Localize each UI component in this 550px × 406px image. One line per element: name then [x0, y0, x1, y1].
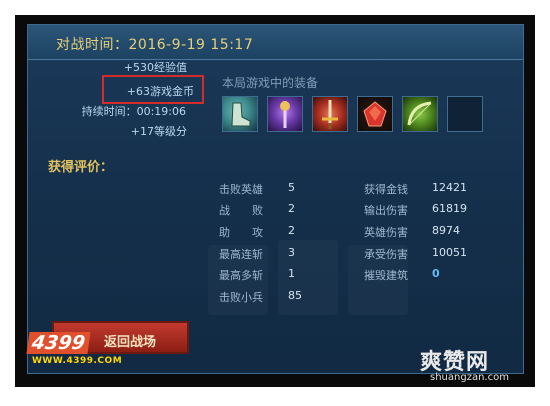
title-bar: 对战时间：2016-9-19 15:17	[28, 25, 523, 60]
stat-value: 2	[288, 202, 295, 215]
reward-gold: +63游戏金币	[126, 85, 194, 98]
stat-label: 摧毁建筑	[364, 269, 408, 282]
stat-value: 2	[288, 224, 295, 237]
stat-label: 输出伤害	[364, 204, 408, 217]
stat-label: 助 攻	[219, 226, 263, 239]
equipment-slot-5[interactable]	[402, 96, 438, 132]
stat-value: 5	[288, 181, 295, 194]
red-gem-icon	[363, 101, 387, 127]
green-bow-icon	[407, 101, 432, 126]
reward-level: +17等级分	[130, 125, 187, 138]
site-url-watermark: shuangzan.com	[430, 372, 509, 383]
equipment-slot-2[interactable]	[267, 96, 303, 132]
equipment-slot-3[interactable]	[312, 96, 348, 132]
reward-exp: +530经验值	[123, 61, 187, 74]
4399-url-watermark: WWW.4399.COM	[32, 356, 123, 366]
stat-value: 1	[288, 267, 295, 280]
stat-label: 击败小兵	[219, 291, 263, 304]
equipment-slot-4[interactable]	[357, 96, 393, 132]
stat-label: 击败英雄	[219, 183, 263, 196]
stat-label: 最高多斩	[219, 269, 263, 282]
back-button-label: 返回战场	[104, 335, 157, 350]
stat-label: 承受伤害	[364, 248, 408, 261]
duration: 持续时间：00:19:06	[81, 105, 186, 118]
stat-label: 英雄伤害	[364, 226, 408, 239]
4399-logo-watermark: 4399	[26, 332, 91, 354]
stat-label: 获得金钱	[364, 183, 408, 196]
purple-staff-icon	[280, 101, 290, 128]
evaluation-heading: 获得评价：	[48, 160, 114, 175]
equipment-slot-6-empty[interactable]	[447, 96, 483, 132]
background-decoration	[278, 240, 338, 315]
stat-label: 战 败	[219, 204, 263, 217]
stat-value: 85	[288, 289, 302, 302]
stat-value: 3	[288, 246, 295, 259]
stat-value-highlight: 0	[432, 267, 440, 280]
golden-sword-icon	[322, 100, 338, 129]
battle-time-title: 对战时间：2016-9-19 15:17	[56, 37, 254, 53]
stat-value: 12421	[432, 181, 467, 194]
stat-label: 最高连斩	[219, 248, 263, 261]
stat-value: 61819	[432, 202, 467, 215]
equipment-slot-1[interactable]	[222, 96, 258, 132]
stat-value: 8974	[432, 224, 460, 237]
boots-icon	[231, 102, 251, 127]
stat-value: 10051	[432, 246, 467, 259]
equipment-label: 本局游戏中的装备	[222, 76, 319, 90]
